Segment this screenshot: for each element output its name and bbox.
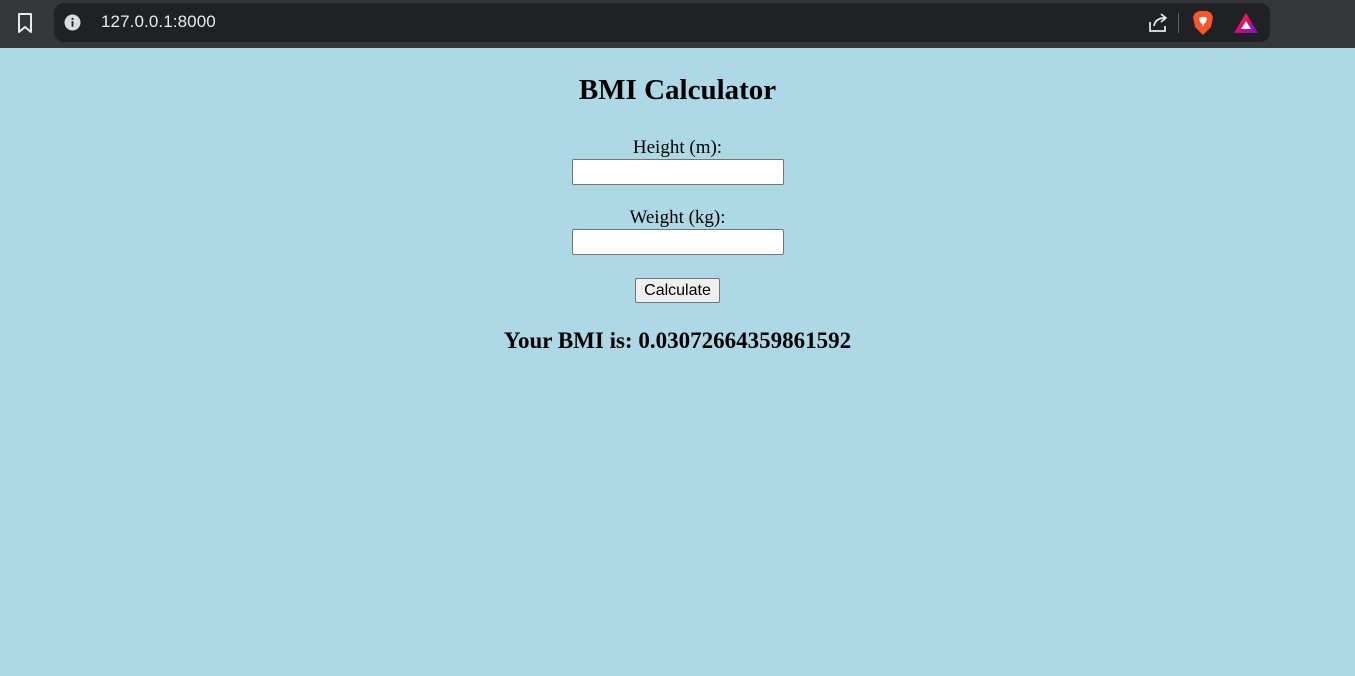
brave-rewards-icon[interactable]: [1233, 11, 1259, 35]
brave-shield-icon[interactable]: [1191, 10, 1215, 36]
weight-label: Weight (kg):: [629, 207, 726, 228]
page-title: BMI Calculator: [578, 74, 777, 106]
calculate-button[interactable]: Calculate: [635, 278, 720, 303]
bmi-result: Your BMI is: 0.03072664359861592: [503, 328, 852, 353]
bmi-page: BMI Calculator Height (m): Weight (kg): …: [0, 48, 1355, 676]
bookmark-icon: [18, 13, 32, 33]
height-input[interactable]: [571, 159, 784, 185]
height-label: Height (m):: [632, 137, 723, 158]
weight-input[interactable]: [571, 229, 784, 255]
address-bar[interactable]: 127.0.0.1:8000: [54, 3, 1270, 42]
url-text[interactable]: 127.0.0.1:8000: [101, 12, 216, 32]
omnibox-divider: [1178, 13, 1179, 33]
bookmark-button[interactable]: [12, 10, 38, 36]
share-icon[interactable]: [1147, 12, 1169, 34]
browser-toolbar: 127.0.0.1:8000: [0, 0, 1355, 48]
info-icon[interactable]: [64, 14, 81, 31]
